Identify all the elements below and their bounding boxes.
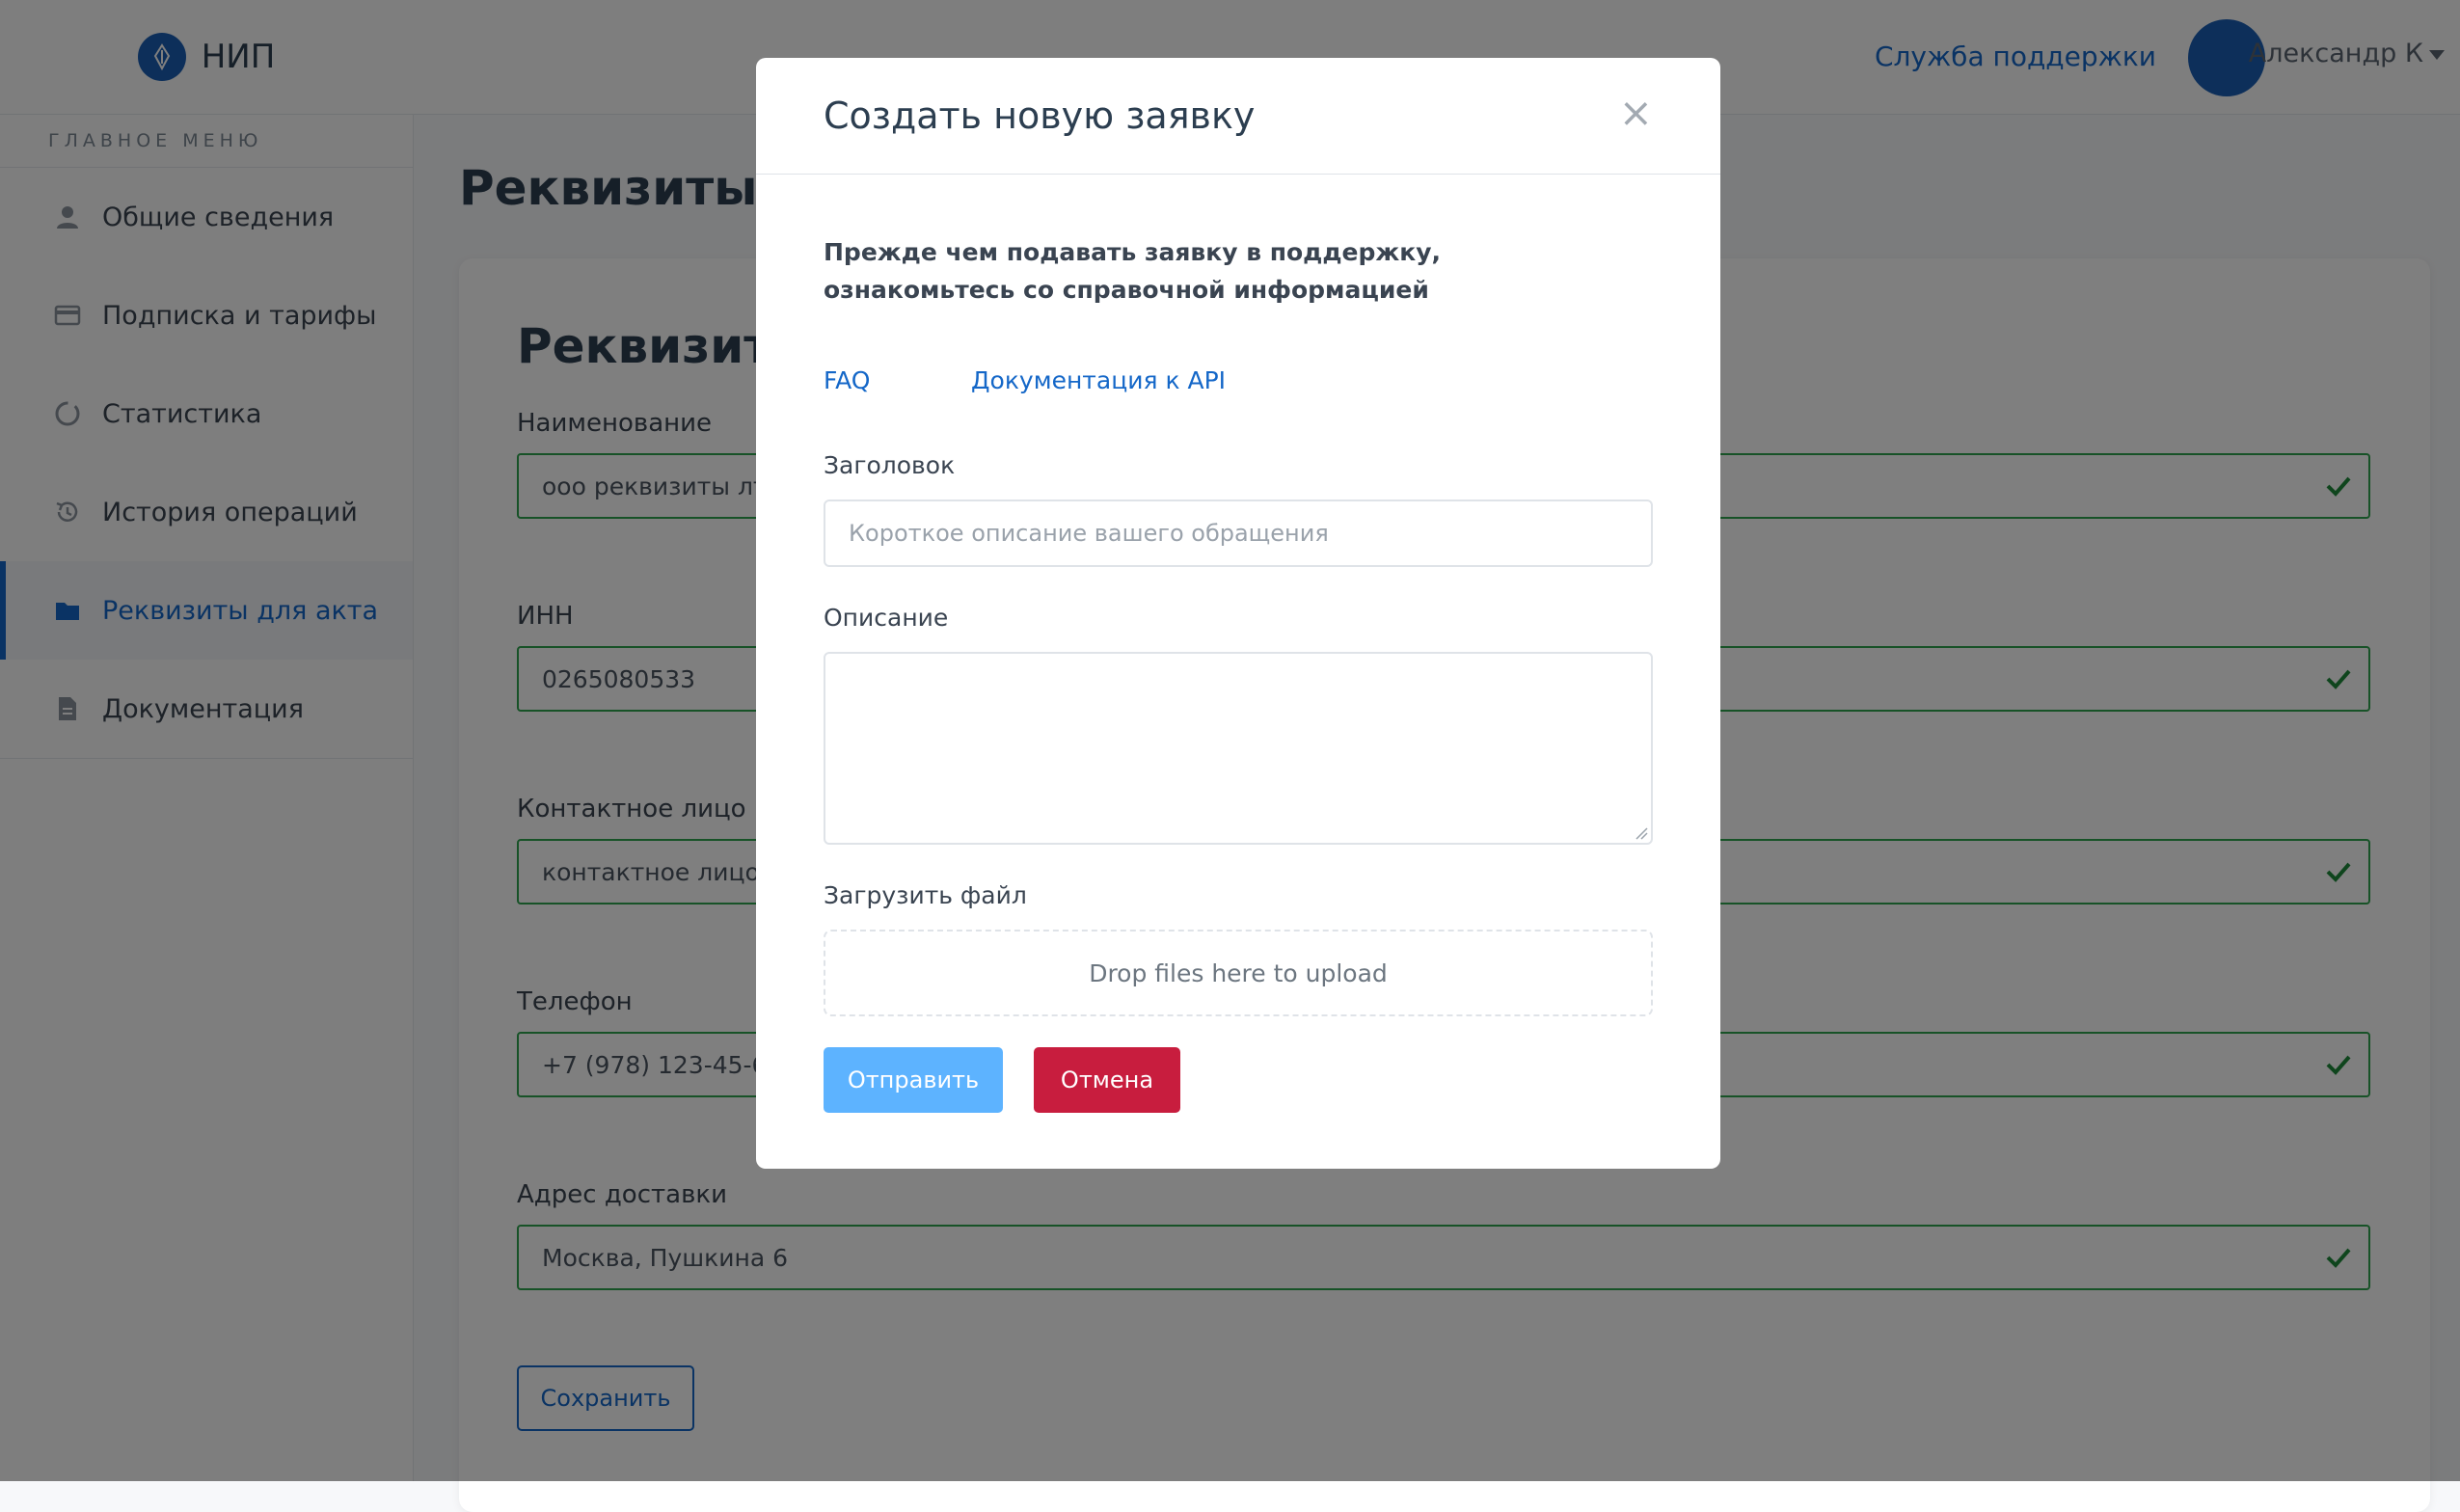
description-textarea[interactable] [824, 652, 1653, 845]
file-dropzone[interactable]: Drop files here to upload [824, 930, 1653, 1016]
modal-intro: Прежде чем подавать заявку в поддержку, … [824, 233, 1499, 309]
upload-label: Загрузить файл [824, 881, 1027, 909]
api-docs-link[interactable]: Документация к API [971, 366, 1226, 394]
resize-handle-icon[interactable] [1635, 826, 1648, 840]
subject-label: Заголовок [824, 451, 956, 479]
cancel-button[interactable]: Отмена [1034, 1047, 1180, 1113]
intro-line: Прежде чем подавать заявку в поддержку, [824, 238, 1442, 266]
description-label: Описание [824, 604, 949, 632]
create-ticket-modal: Создать новую заявку × Прежде чем подава… [756, 58, 1720, 1169]
modal-header: Создать новую заявку × [756, 58, 1720, 175]
submit-button[interactable]: Отправить [824, 1047, 1003, 1113]
close-icon[interactable]: × [1619, 93, 1653, 133]
intro-line: ознакомьтесь со справочной информацией [824, 276, 1429, 304]
subject-input[interactable]: Короткое описание вашего обращения [824, 500, 1653, 567]
modal-title: Создать новую заявку [824, 94, 1256, 137]
faq-link[interactable]: FAQ [824, 366, 870, 394]
